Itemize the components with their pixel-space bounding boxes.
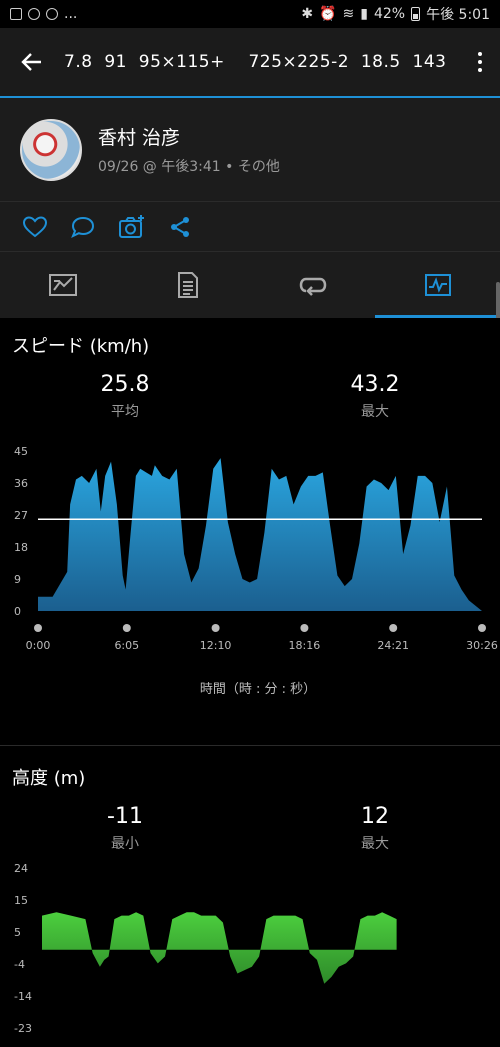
activity-title: 7.8 91 95×115+ 725×225-2 18.5 143 [64, 52, 447, 72]
x-tick-dot [389, 624, 398, 632]
y-tick-label: 5 [14, 926, 21, 939]
laps-icon [299, 277, 326, 296]
tab-charts[interactable] [375, 252, 500, 318]
y-tick-label: 36 [14, 477, 28, 490]
altitude-chart[interactable]: 24 15 5 -4 -14 -23 [0, 853, 500, 1043]
y-tick-label: -4 [14, 958, 25, 971]
x-tick-label: 18:16 [289, 639, 321, 652]
signal-icon: ▮ [360, 6, 368, 22]
like-heart-icon[interactable] [22, 215, 48, 239]
activity-tabs [0, 252, 500, 318]
x-tick-dot [478, 624, 486, 632]
x-tick-dot [300, 624, 309, 632]
y-tick-label: 24 [14, 862, 28, 875]
max-speed-stat: 43.2 最大 [250, 372, 500, 421]
max-altitude-label: 最大 [361, 836, 389, 852]
overflow-menu-button[interactable] [460, 52, 500, 72]
min-altitude-label: 最小 [111, 836, 139, 852]
app-notification-icon [28, 8, 40, 20]
speed-chart[interactable]: 45 36 27 18 9 0 0:00 6:05 12:10 18:16 24:21 30:26 時間… [0, 421, 500, 701]
sync-notification-icon [46, 8, 58, 20]
avg-speed-label: 平均 [111, 404, 139, 420]
summary-icon [48, 274, 77, 296]
x-tick-label: 0:00 [26, 639, 51, 652]
more-notifications: ... [64, 6, 78, 22]
x-tick-label: 6:05 [114, 639, 139, 652]
clock: 午後 5:01 [426, 7, 490, 23]
status-indicators: ✱ ⏰ ≋ ▮ 42% 午後 5:01 [301, 4, 490, 24]
activity-meta: 09/26 @ 午後3:41 • その他 [98, 159, 280, 175]
y-tick-label: 0 [14, 605, 21, 618]
activity-header: 香村 治彦 09/26 @ 午後3:41 • その他 [0, 98, 500, 202]
app-bar: 7.8 91 95×115+ 725×225-2 18.5 143 [0, 28, 500, 98]
wifi-icon: ≋ [342, 6, 355, 22]
back-button[interactable] [0, 51, 64, 73]
y-tick-label: 15 [14, 894, 28, 907]
x-axis-label: 時間（時 : 分 : 秒） [200, 682, 316, 697]
x-tick-label: 12:10 [200, 639, 232, 652]
gallery-notification-icon [10, 8, 22, 20]
altitude-title: 高度 (m) [12, 768, 86, 789]
speed-title: スピード (km/h) [12, 336, 150, 357]
max-speed-value: 43.2 [350, 372, 400, 397]
user-name: 香村 治彦 [98, 127, 181, 149]
avg-speed-value: 25.8 [100, 372, 150, 397]
alarm-icon: ⏰ [319, 6, 337, 22]
y-tick-label: -23 [14, 1022, 32, 1035]
min-altitude-value: -11 [107, 804, 143, 829]
tab-laps[interactable] [250, 252, 375, 318]
y-tick-label: 45 [14, 445, 28, 458]
x-tick-dot [122, 624, 131, 632]
tab-summary[interactable] [0, 252, 125, 318]
avg-speed-stat: 25.8 平均 [0, 372, 250, 421]
avatar[interactable] [20, 118, 82, 181]
add-photo-icon[interactable] [118, 214, 146, 240]
data-area-series [42, 912, 397, 984]
max-speed-label: 最大 [361, 404, 389, 420]
y-tick-label: 9 [14, 573, 21, 586]
y-tick-label: 18 [14, 541, 28, 554]
max-altitude-value: 12 [361, 804, 389, 829]
min-altitude-stat: -11 最小 [0, 804, 250, 853]
y-tick-label: -14 [14, 990, 32, 1003]
x-tick-label: 30:26 [466, 639, 498, 652]
details-icon [177, 272, 198, 298]
x-tick-dot [34, 624, 42, 632]
status-notifications: ... [10, 6, 77, 22]
bluetooth-icon: ✱ [301, 6, 314, 22]
comment-icon[interactable] [70, 215, 96, 239]
social-actions [0, 202, 500, 252]
speed-section: スピード (km/h) 25.8 平均 43.2 最大 45 36 27 18 9 0 0:… [0, 318, 500, 746]
max-altitude-stat: 12 最大 [250, 804, 500, 853]
x-tick-dot [211, 624, 220, 632]
battery-icon [411, 7, 421, 21]
x-tick-label: 24:21 [377, 639, 409, 652]
arrow-left-icon [21, 53, 41, 71]
charts-icon [424, 274, 451, 296]
status-bar: ... ✱ ⏰ ≋ ▮ 42% 午後 5:01 [0, 0, 500, 28]
y-tick-label: 27 [14, 509, 28, 522]
share-icon[interactable] [168, 215, 192, 239]
altitude-section: 高度 (m) -11 最小 12 最大 24 15 5 -4 -14 -23 [0, 746, 500, 1047]
tab-details[interactable] [125, 252, 250, 318]
data-area-series [38, 458, 482, 611]
battery-percent: 42% [373, 6, 406, 22]
